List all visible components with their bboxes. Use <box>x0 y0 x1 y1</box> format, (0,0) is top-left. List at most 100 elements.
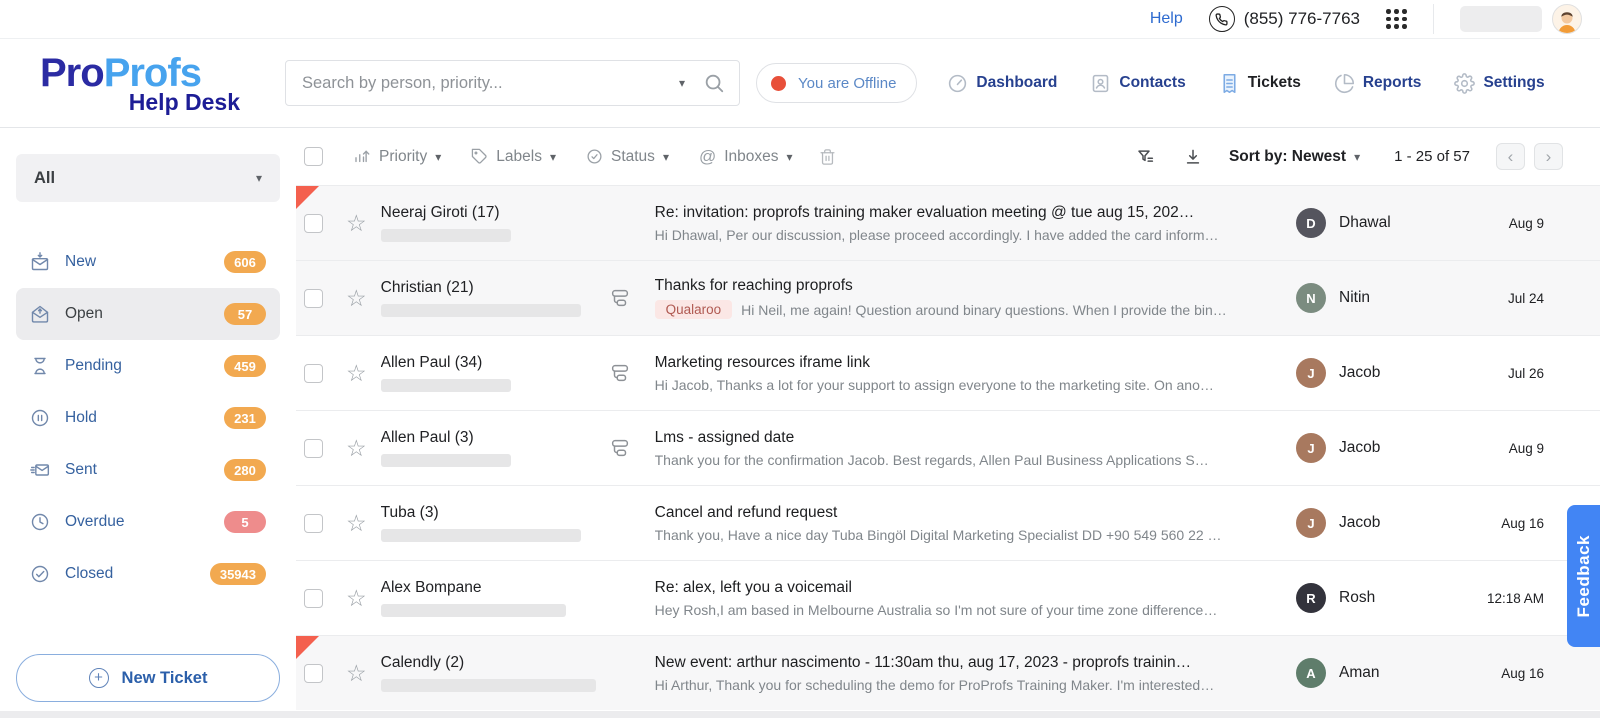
assignee-avatar: J <box>1296 358 1326 388</box>
select-all-checkbox[interactable] <box>304 147 323 166</box>
download-icon[interactable] <box>1183 147 1203 167</box>
logo-profs: Profs <box>104 51 201 95</box>
priority-icon <box>353 148 371 166</box>
count-badge: 35943 <box>210 563 266 585</box>
count-badge: 57 <box>224 303 266 325</box>
ticket-row[interactable]: ☆ Alex Bompane Re: alex, left you a voic… <box>296 560 1600 635</box>
new-ticket-button[interactable]: + New Ticket <box>16 654 280 702</box>
advanced-filter-icon[interactable] <box>1136 147 1157 167</box>
sidebar-item-open[interactable]: Open 57 <box>16 288 280 340</box>
offline-status-pill[interactable]: You are Offline <box>756 63 917 103</box>
ticket-row[interactable]: ☆ Calendly (2) New event: arthur nascime… <box>296 635 1600 710</box>
search-icon[interactable] <box>703 72 725 94</box>
sidebar-item-new[interactable]: New 606 <box>16 236 280 288</box>
ticket-row[interactable]: ☆ Neeraj Giroti (17) Re: invitation: pro… <box>296 185 1600 260</box>
nav-settings[interactable]: Settings <box>1454 73 1544 94</box>
feedback-tab[interactable]: Feedback <box>1567 505 1600 647</box>
row-checkbox[interactable] <box>304 514 323 533</box>
folder-label: Closed <box>65 565 195 583</box>
ticket-row[interactable]: ☆ Allen Paul (3) Lms - assigned date Tha… <box>296 410 1600 485</box>
nav-contacts[interactable]: Contacts <box>1090 73 1185 94</box>
star-icon[interactable]: ☆ <box>346 287 367 310</box>
sort-dropdown[interactable]: Sort by: Newest ▾ <box>1229 148 1360 166</box>
sender-name: Tuba (3) <box>381 504 609 522</box>
pause-circle-icon <box>30 408 50 428</box>
phone-group[interactable]: (855) 776-7763 <box>1209 6 1360 32</box>
ticket-row[interactable]: ☆ Christian (21) Thanks for reaching pro… <box>296 260 1600 335</box>
redacted-email <box>381 229 511 242</box>
reports-icon <box>1334 73 1355 94</box>
nav-label: Contacts <box>1119 74 1185 92</box>
star-icon[interactable]: ☆ <box>346 512 367 535</box>
sidebar-item-pending[interactable]: Pending 459 <box>16 340 280 392</box>
prev-page-button[interactable]: ‹ <box>1496 143 1525 170</box>
trash-icon[interactable] <box>819 148 836 166</box>
sidebar-item-hold[interactable]: Hold 231 <box>16 392 280 444</box>
offline-status-text: You are Offline <box>798 75 896 92</box>
search-box[interactable]: ▾ <box>285 60 740 106</box>
inbox-filter-dropdown[interactable]: All ▾ <box>16 154 280 202</box>
chevron-down-icon: ▾ <box>663 151 669 163</box>
assignee-avatar: J <box>1296 508 1326 538</box>
chevron-down-icon: ▾ <box>787 151 793 163</box>
pagination-range: 1 - 25 of 57 <box>1394 148 1470 165</box>
sidebar-item-closed[interactable]: Closed 35943 <box>16 548 280 600</box>
search-scope-caret-icon[interactable]: ▾ <box>679 77 685 89</box>
apps-grid-icon[interactable] <box>1386 9 1407 29</box>
sidebar-item-overdue[interactable]: Overdue 5 <box>16 496 280 548</box>
sidebar-item-sent[interactable]: Sent 280 <box>16 444 280 496</box>
contacts-icon <box>1090 73 1111 94</box>
new-mail-icon <box>30 252 50 272</box>
ticket-date: Aug 16 <box>1464 666 1544 681</box>
redacted-email <box>381 379 511 392</box>
next-page-button[interactable]: › <box>1534 143 1563 170</box>
ticket-date: 12:18 AM <box>1464 591 1544 606</box>
inboxes-filter[interactable]: @ Inboxes ▾ <box>699 148 793 166</box>
search-input[interactable] <box>302 74 673 93</box>
settings-icon <box>1454 73 1475 94</box>
row-checkbox[interactable] <box>304 364 323 383</box>
row-checkbox[interactable] <box>304 214 323 233</box>
topbar-divider <box>1433 4 1434 34</box>
assignee-avatar: J <box>1296 433 1326 463</box>
ticket-row[interactable]: ☆ Allen Paul (34) Marketing resources if… <box>296 335 1600 410</box>
user-menu[interactable] <box>1460 4 1582 34</box>
status-check-icon <box>586 148 603 165</box>
row-checkbox[interactable] <box>304 289 323 308</box>
ticket-preview: Thank you, Have a nice day Tuba Bingöl D… <box>655 527 1222 543</box>
nav-reports[interactable]: Reports <box>1334 73 1422 94</box>
assignee-name: Rosh <box>1339 589 1464 607</box>
folder-label: Sent <box>65 461 209 479</box>
nav-tickets[interactable]: Tickets <box>1219 73 1301 94</box>
proprofs-logo[interactable]: ProProfs Help Desk <box>40 53 240 114</box>
star-icon[interactable]: ☆ <box>346 362 367 385</box>
help-link[interactable]: Help <box>1150 10 1183 28</box>
row-checkbox[interactable] <box>304 439 323 458</box>
assignee-avatar: D <box>1296 208 1326 238</box>
ticket-date: Aug 16 <box>1464 516 1544 531</box>
assignee-avatar: R <box>1296 583 1326 613</box>
star-icon[interactable]: ☆ <box>346 212 367 235</box>
labels-filter[interactable]: Labels ▾ <box>471 148 556 166</box>
user-avatar[interactable] <box>1552 4 1582 34</box>
filter-label: Status <box>611 148 655 166</box>
top-bar: Help (855) 776-7763 <box>0 0 1600 38</box>
ticket-subject: Lms - assigned date <box>655 429 1280 447</box>
row-checkbox[interactable] <box>304 664 323 683</box>
star-icon[interactable]: ☆ <box>346 662 367 685</box>
ticket-row[interactable]: ☆ Tuba (3) Cancel and refund request Tha… <box>296 485 1600 560</box>
star-icon[interactable]: ☆ <box>346 587 367 610</box>
chevron-down-icon: ▾ <box>1354 151 1360 163</box>
ticket-date: Aug 9 <box>1464 441 1544 456</box>
nav-dashboard[interactable]: Dashboard <box>947 73 1057 94</box>
star-icon[interactable]: ☆ <box>346 437 367 460</box>
assignee-name: Nitin <box>1339 289 1464 307</box>
status-filter[interactable]: Status ▾ <box>586 148 669 166</box>
row-checkbox[interactable] <box>304 589 323 608</box>
sender-block: Allen Paul (3) <box>381 429 609 467</box>
priority-filter[interactable]: Priority ▾ <box>353 148 441 166</box>
filter-group: Priority ▾ Labels ▾ Status ▾ <box>353 148 793 166</box>
new-ticket-label: New Ticket <box>122 669 208 688</box>
tickets-icon <box>1219 73 1240 94</box>
overdue-flag-icon <box>296 186 319 209</box>
